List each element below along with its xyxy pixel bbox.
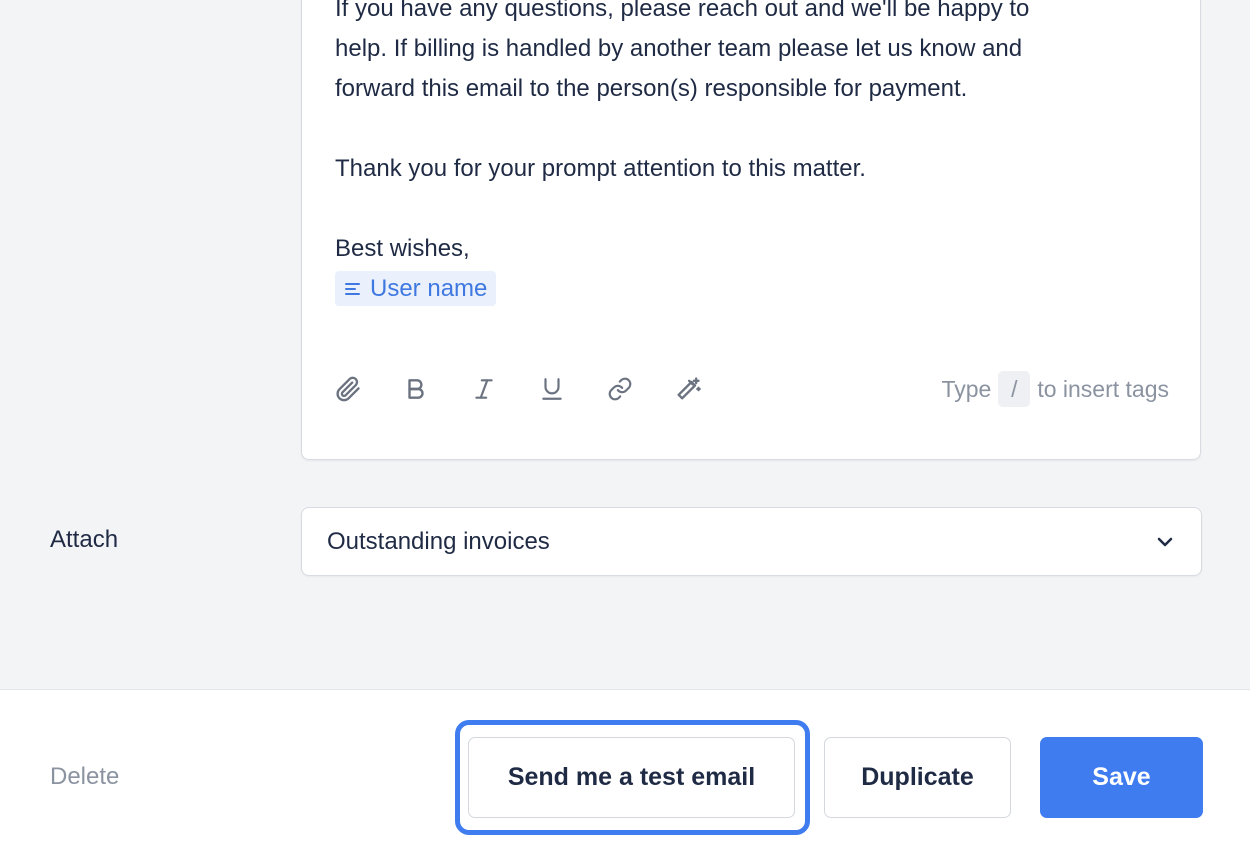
hint-prefix: Type: [941, 375, 992, 402]
body-line-2: help. If billing is handled by another t…: [335, 35, 1023, 62]
attach-select-value: Outstanding invoices: [327, 527, 550, 555]
body-thanks: Thank you for your prompt attention to t…: [335, 155, 866, 182]
magic-write-button[interactable]: [672, 373, 704, 405]
email-body-editor[interactable]: If you have any questions, please reach …: [301, 0, 1201, 460]
slash-key: /: [998, 371, 1031, 407]
italic-button[interactable]: [468, 373, 500, 405]
save-button[interactable]: Save: [1040, 737, 1203, 818]
text-lines-icon: [345, 282, 360, 295]
body-line-3: forward this email to the person(s) resp…: [335, 75, 968, 102]
attach-file-button[interactable]: [332, 373, 364, 405]
formatting-toolbar: [332, 373, 740, 405]
bold-button[interactable]: [400, 373, 432, 405]
action-footer: Delete Send me a test email Duplicate Sa…: [0, 689, 1250, 843]
duplicate-button[interactable]: Duplicate: [824, 737, 1011, 818]
link-icon: [608, 377, 632, 401]
body-line-1: If you have any questions, please reach …: [335, 0, 1030, 22]
chevron-down-icon: [1157, 537, 1173, 547]
paperclip-icon: [336, 376, 360, 402]
underline-icon: [542, 378, 562, 400]
insert-tags-hint: Type / to insert tags: [941, 371, 1169, 407]
magic-wand-icon: [677, 377, 701, 400]
delete-button[interactable]: Delete: [50, 763, 119, 791]
hint-suffix: to insert tags: [1037, 375, 1169, 402]
underline-button[interactable]: [536, 373, 568, 405]
italic-icon: [475, 379, 493, 399]
email-body-text[interactable]: If you have any questions, please reach …: [335, 0, 1155, 311]
attach-select[interactable]: Outstanding invoices: [301, 507, 1202, 576]
link-button[interactable]: [604, 373, 636, 405]
tag-label: User name: [370, 275, 488, 302]
send-test-email-button[interactable]: Send me a test email: [468, 737, 795, 818]
bold-icon: [408, 379, 424, 399]
user-name-tag[interactable]: User name: [335, 271, 497, 306]
body-signoff: Best wishes,: [335, 235, 470, 262]
attach-label: Attach: [50, 526, 119, 553]
